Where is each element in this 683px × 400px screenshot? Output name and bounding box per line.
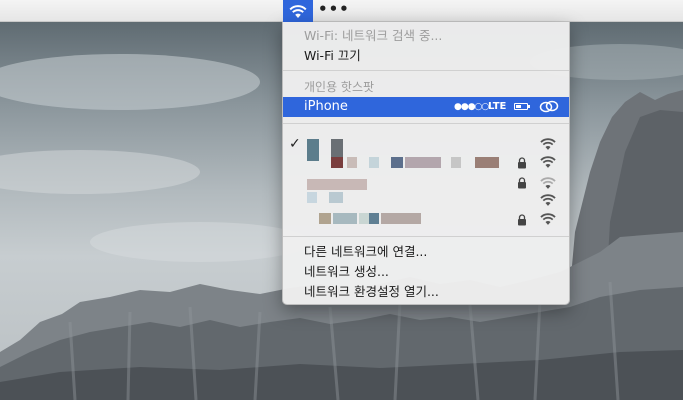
lock-icon <box>518 214 526 226</box>
signal-strength-dots: ●●●○○ <box>454 102 489 112</box>
network-name-redacted <box>331 157 343 168</box>
wifi-icon <box>540 138 556 150</box>
wifi-icon <box>540 194 556 206</box>
network-type-label: LTE <box>488 101 507 112</box>
network-item[interactable] <box>283 153 569 172</box>
network-name-redacted <box>333 213 357 224</box>
network-item[interactable] <box>283 190 569 209</box>
menu-separator <box>283 236 569 237</box>
join-other-network-item[interactable]: 다른 네트워크에 연결... <box>283 242 569 261</box>
checkmark-icon: ✓ <box>289 136 301 152</box>
more-status-item[interactable]: ••• <box>318 0 350 22</box>
lock-icon <box>518 177 526 189</box>
network-name-redacted <box>391 157 403 168</box>
wifi-icon <box>289 4 307 18</box>
network-name-redacted <box>475 157 499 168</box>
create-network-item[interactable]: 네트워크 생성... <box>283 262 569 281</box>
lock-icon <box>518 157 526 169</box>
menu-separator <box>283 70 569 71</box>
network-name-redacted <box>451 157 461 168</box>
wifi-status-item[interactable] <box>283 0 313 22</box>
network-item[interactable] <box>283 210 569 229</box>
wifi-icon <box>540 177 556 189</box>
network-name-redacted <box>329 192 343 203</box>
hotspot-item-iphone[interactable]: iPhone ●●●○○ LTE <box>283 97 569 117</box>
wifi-dropdown-menu: Wi-Fi: 네트워크 검색 중... Wi-Fi 끄기 개인용 핫스팟 iPh… <box>282 22 570 305</box>
network-name-redacted <box>347 157 357 168</box>
network-name-redacted <box>307 192 317 203</box>
network-name-redacted <box>307 179 367 190</box>
wifi-icon <box>540 213 556 225</box>
wifi-icon <box>540 156 556 168</box>
network-name-redacted <box>359 213 369 224</box>
hotspot-section-header: 개인용 핫스팟 <box>304 80 375 94</box>
link-icon <box>539 100 559 113</box>
network-name-redacted <box>319 213 331 224</box>
network-name-redacted <box>405 157 441 168</box>
open-network-preferences-item[interactable]: 네트워크 환경설정 열기... <box>283 282 569 301</box>
network-name-redacted <box>369 213 379 224</box>
battery-icon <box>514 103 530 110</box>
network-item[interactable]: ✓ <box>283 135 569 161</box>
menu-bar: ••• <box>0 0 683 22</box>
hotspot-name: iPhone <box>304 99 348 114</box>
network-name-redacted <box>381 213 421 224</box>
menu-separator <box>283 123 569 124</box>
turn-off-wifi-item[interactable]: Wi-Fi 끄기 <box>283 46 569 65</box>
network-name-redacted <box>369 157 379 168</box>
wifi-status-label: Wi-Fi: 네트워크 검색 중... <box>304 28 443 43</box>
